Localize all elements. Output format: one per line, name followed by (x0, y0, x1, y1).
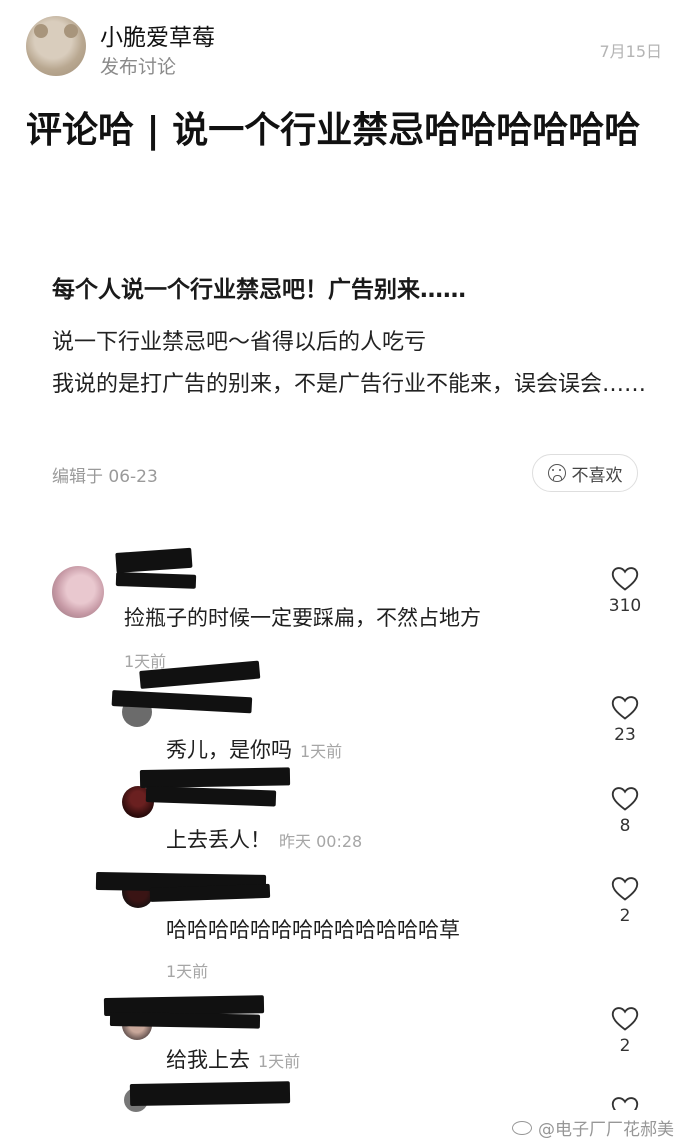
commenter-avatar[interactable] (52, 566, 104, 618)
like-count: 2 (619, 906, 631, 926)
redacted-username (109, 1012, 261, 1029)
comment-text: 哈哈哈哈哈哈哈哈哈哈哈哈哈草 (166, 918, 460, 942)
dislike-label: 不喜欢 (571, 465, 623, 486)
heart-outline-icon (611, 877, 639, 901)
like-count: 2 (619, 1036, 631, 1056)
author-avatar[interactable] (26, 16, 86, 76)
watermark-text: @电子厂厂花郝美 (538, 1120, 674, 1140)
heart-outline-icon[interactable] (611, 1096, 639, 1110)
comment-time: 1天前 (258, 1052, 301, 1071)
author-name[interactable]: 小脆爱草莓 (100, 18, 215, 52)
quoted-body-line: 说一下行业禁忌吧～省得以后的人吃亏 (52, 330, 427, 355)
quoted-body: 说一下行业禁忌吧～省得以后的人吃亏 我说的是打广告的别来，不是广告行业不能来，误… (52, 322, 652, 406)
comment-time: 1天前 (300, 742, 343, 761)
like-count: 23 (614, 725, 636, 745)
heart-outline-icon (611, 696, 639, 720)
comment-row: 秀儿，是你吗 1天前 (166, 734, 342, 764)
comment-time: 1天前 (166, 962, 209, 981)
comment-text: 捡瓶子的时候一定要踩扁，不然占地方 (124, 606, 481, 630)
sad-face-icon (547, 464, 566, 482)
redacted-username (115, 547, 193, 573)
heart-outline-icon (611, 1007, 639, 1031)
comment-text: 上去丢人！ (166, 828, 271, 852)
heart-outline-icon (611, 787, 639, 811)
comment-time: 昨天 00:28 (279, 832, 363, 851)
like-button[interactable]: 8 (605, 786, 645, 836)
avatar-ear (64, 24, 78, 38)
dislike-button[interactable]: 不喜欢 (532, 454, 638, 492)
like-count: 310 (608, 596, 642, 616)
comment-row: 上去丢人！ 昨天 00:28 (166, 824, 362, 854)
post-title: 评论哈 | 说一个行业禁忌哈哈哈哈哈哈 (26, 110, 641, 151)
like-button[interactable]: 23 (605, 695, 645, 745)
comment-row: 给我上去 1天前 (166, 1044, 300, 1074)
edited-timestamp: 编辑于 06-23 (52, 467, 158, 487)
redacted-username (145, 786, 277, 807)
redacted-username (139, 767, 291, 788)
like-button[interactable]: 2 (605, 1006, 645, 1056)
watermark: @电子厂厂花郝美 (512, 1115, 674, 1140)
post-action: 发布讨论 (100, 56, 177, 78)
comment-text: 秀儿，是你吗 (166, 738, 292, 762)
like-button[interactable]: 310 (605, 566, 645, 616)
weibo-icon (512, 1120, 532, 1135)
avatar-ear (34, 24, 48, 38)
redacted-username (115, 572, 197, 589)
comment-text: 给我上去 (166, 1048, 250, 1072)
like-count: 8 (619, 816, 631, 836)
redacted-username (149, 883, 271, 902)
quoted-title[interactable]: 每个人说一个行业禁忌吧！广告别来…… (52, 270, 466, 304)
redacted-username (129, 1081, 291, 1106)
like-button[interactable]: 2 (605, 876, 645, 926)
post-date: 7月15日 (599, 42, 662, 61)
heart-outline-icon (611, 567, 639, 591)
quoted-body-line: 我说的是打广告的别来，不是广告行业不能来，误会误会…… (52, 372, 647, 397)
